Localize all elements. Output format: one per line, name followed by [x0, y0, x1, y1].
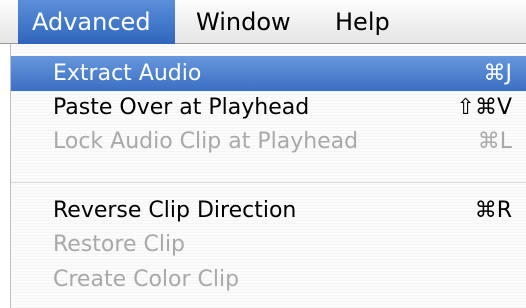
menu-item-label: Create Color Clip — [53, 267, 240, 292]
menu-item-label: Lock Audio Clip at Playhead — [53, 129, 359, 154]
menu-window[interactable]: Window — [196, 0, 291, 44]
menu-separator — [11, 182, 526, 184]
menu-item-shortcut: ⌘R — [474, 198, 512, 223]
menu-item-label: Restore Clip — [53, 232, 186, 257]
menu-item-lock-audio-clip-at-playhead[interactable]: Lock Audio Clip at Playhead ⌘L — [11, 124, 526, 159]
menu-help[interactable]: Help — [335, 0, 390, 44]
menu-item-reverse-clip-direction[interactable]: Reverse Clip Direction ⌘R — [11, 193, 526, 228]
menu-item-extract-audio[interactable]: Extract Audio ⌘J — [11, 56, 526, 91]
menu-item-label: Paste Over at Playhead — [53, 95, 310, 120]
menu-item-shortcut: ⇧⌘V — [456, 95, 512, 120]
menu-item-shortcut: ⌘J — [483, 61, 513, 86]
advanced-menu-dropdown: Extract Audio ⌘J Paste Over at Playhead … — [10, 44, 526, 308]
menu-bar: Advanced Window Help — [0, 0, 526, 44]
menu-item-create-color-clip[interactable]: Create Color Clip — [11, 262, 526, 297]
menu-item-shortcut: ⌘L — [477, 129, 512, 154]
menu-item-restore-clip[interactable]: Restore Clip — [11, 227, 526, 262]
menu-advanced[interactable]: Advanced — [18, 0, 175, 44]
menu-item-label: Reverse Clip Direction — [53, 198, 297, 223]
menu-item-paste-over-at-playhead[interactable]: Paste Over at Playhead ⇧⌘V — [11, 90, 526, 125]
menu-item-label: Extract Audio — [53, 61, 202, 86]
